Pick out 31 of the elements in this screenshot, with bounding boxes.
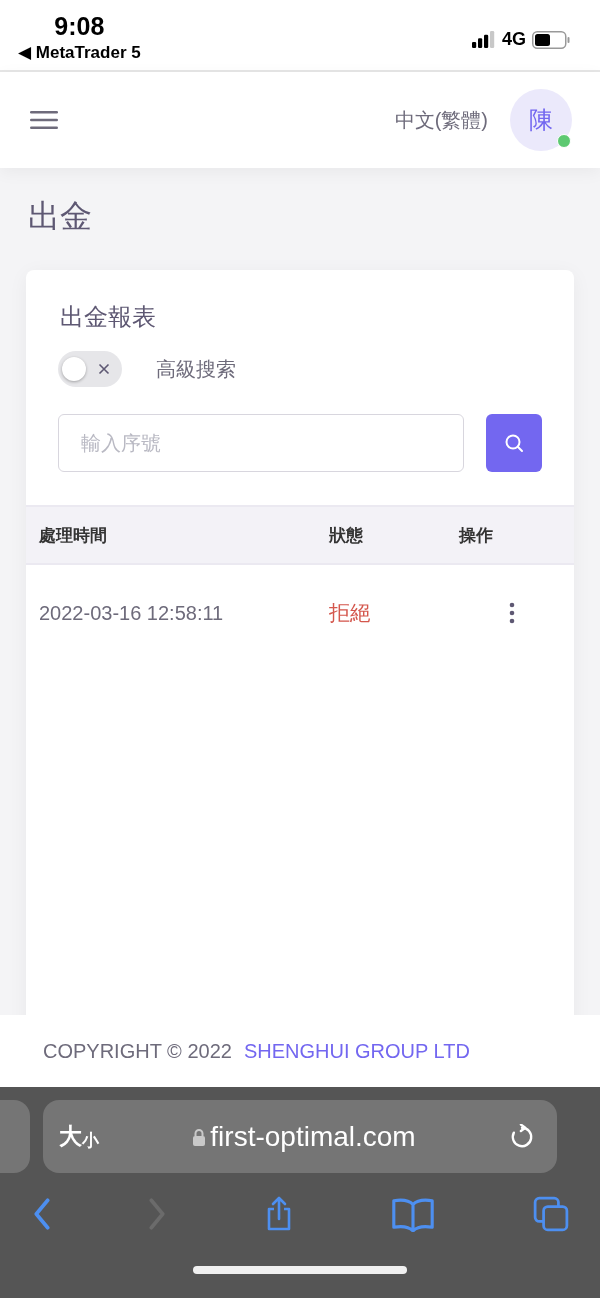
search-field[interactable]: 輸入序號	[58, 414, 464, 472]
signal-icon	[472, 31, 496, 48]
company-link[interactable]: SHENGHUI GROUP LTD	[243, 1039, 470, 1063]
back-icon[interactable]	[32, 1197, 52, 1230]
advanced-search-label: 高級搜索	[156, 356, 236, 382]
table-cell-text: 2022-03-16 12:58:11	[38, 601, 225, 625]
language-selector[interactable]: 中文(繁體)	[394, 106, 488, 134]
clock-time: 9:08	[54, 12, 105, 40]
network-label: 4G	[502, 29, 526, 50]
search-button[interactable]	[486, 414, 542, 472]
search-icon	[504, 433, 524, 453]
battery-icon	[532, 30, 570, 49]
previous-tab-preview[interactable]	[0, 1100, 30, 1173]
back-to-app-link[interactable]: ◀ MetaTrader 5	[18, 42, 141, 64]
column-header: 處理時間	[38, 524, 108, 547]
copyright-text: COPYRIGHT © 2022	[43, 1039, 232, 1063]
url-text: first-optimal.com	[210, 1120, 416, 1153]
address-bar[interactable]: 大小 first-optimal.com	[43, 1100, 557, 1173]
user-avatar[interactable]: 陳	[510, 89, 572, 151]
menu-icon[interactable]	[30, 110, 58, 130]
cross-icon	[98, 363, 110, 375]
column-header: 操作	[457, 524, 494, 547]
card-title: 出金報表	[59, 302, 157, 332]
reload-icon[interactable]	[509, 1123, 535, 1150]
page-title: 出金	[28, 197, 93, 236]
more-options-icon[interactable]	[509, 602, 515, 624]
column-header: 狀態	[328, 524, 364, 547]
status-text: 拒絕	[328, 600, 372, 626]
text-size-button[interactable]: 大小	[59, 1121, 99, 1152]
toggle-switch[interactable]	[58, 351, 122, 387]
lock-icon	[192, 1127, 207, 1146]
